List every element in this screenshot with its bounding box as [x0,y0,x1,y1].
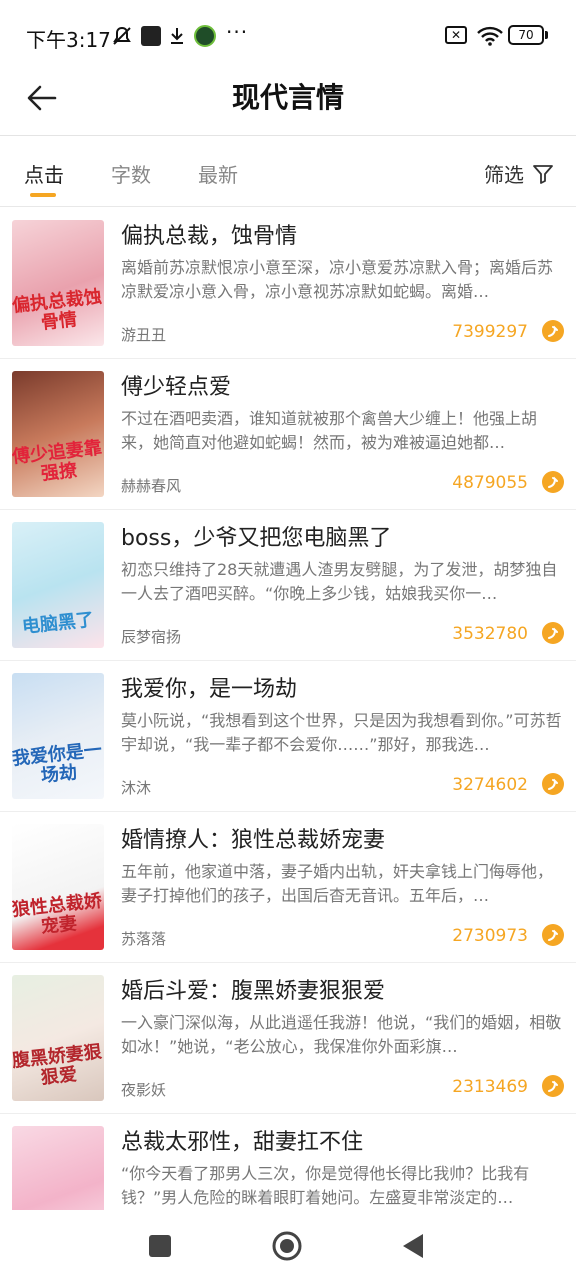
active-tab-indicator [30,193,56,197]
tab-newest[interactable]: 最新 [198,159,238,188]
book-author: 游丑丑 [121,326,167,344]
book-title: boss，少爷又把您电脑黑了 [121,526,392,551]
square-icon [149,1235,171,1257]
book-cover-image: 腹黑娇妻狠狠爱 [12,975,104,1101]
book-list-item[interactable]: 傅少追妻靠强撩 傅少轻点爱 不过在酒吧卖酒，谁知道就被那个禽兽大少缠上！他强上胡… [0,359,576,510]
notification-square-icon [141,26,161,46]
book-description: 一入豪门深似海，从此逍遥任我游！他说，“我们的婚姻，相敬如冰！”她说，“老公放心… [121,1013,562,1056]
book-list-item[interactable]: 狼性总裁娇宠妻 婚情撩人：狼性总裁娇宠妻 五年前，他家道中落，妻子婚内出轨，奸夫… [0,812,576,963]
app-header: 现代言情 [0,66,576,136]
more-notifications-icon: ··· [226,20,249,44]
book-title: 我爱你，是一场劫 [121,677,298,702]
book-list-item[interactable]: 电脑黑了 boss，少爷又把您电脑黑了 初恋只维持了28天就遭遇人渣男友劈腿，为… [0,510,576,661]
hot-rank-icon [542,471,564,493]
book-click-count: 4879055 [452,473,528,493]
book-cover-art: 太邪性 [12,1126,104,1210]
book-cover-text: 腹黑娇妻狠狠爱 [12,1041,103,1089]
book-cover-text: 傅少追妻靠强撩 [12,437,103,485]
book-cover-art: 傅少追妻靠强撩 [12,371,104,497]
book-click-count: 2313469 [452,1077,528,1097]
hot-rank-icon [542,924,564,946]
tab-clicks[interactable]: 点击 [24,159,64,188]
filter-label: 筛选 [484,163,524,187]
status-time: 下午3:17 [26,28,111,52]
triangle-back-icon [403,1234,423,1258]
book-click-count: 7399297 [452,322,528,342]
book-description: 初恋只维持了28天就遭遇人渣男友劈腿，为了发泄，胡梦独自一人去了酒吧买醉。“你晚… [121,560,558,603]
hot-rank-icon [542,320,564,342]
book-cover-image: 偏执总裁蚀骨情 [12,220,104,346]
book-author: 辰梦宿扬 [121,628,182,646]
book-description: 不过在酒吧卖酒，谁知道就被那个禽兽大少缠上！他强上胡来，她简直对他避如蛇蝎！然而… [121,409,538,452]
book-click-count: 2730973 [452,926,528,946]
book-author: 赫赫春风 [121,477,182,495]
hot-rank-icon [542,1075,564,1097]
book-title: 总裁太邪性，甜妻扛不住 [121,1130,364,1155]
book-cover-art: 偏执总裁蚀骨情 [12,220,104,346]
book-cover-art: 腹黑娇妻狠狠爱 [12,975,104,1101]
book-author: 苏落落 [121,930,167,948]
battery-icon: 70 [508,25,544,45]
app-notification-icon [194,25,216,47]
book-cover-text: 电脑黑了 [21,609,95,638]
book-cover-image: 狼性总裁娇宠妻 [12,824,104,950]
hot-rank-icon [542,622,564,644]
download-icon [167,24,187,48]
recent-apps-button[interactable] [144,1230,176,1262]
book-description: 莫小阮说，“我想看到这个世界，只是因为我想看到你。”可苏哲宇却说，“我一辈子都不… [121,711,562,754]
battery-tip [545,31,548,39]
book-description: 五年前，他家道中落，妻子婚内出轨，奸夫拿钱上门侮辱他，妻子打掉他们的孩子，出国后… [121,862,554,905]
filter-button[interactable]: 筛选 [484,159,554,188]
hot-rank-icon [542,773,564,795]
book-cover-image: 太邪性 [12,1126,104,1210]
book-list-item[interactable]: 我爱你是一场劫 我爱你，是一场劫 莫小阮说，“我想看到这个世界，只是因为我想看到… [0,661,576,812]
book-cover-image: 电脑黑了 [12,522,104,648]
book-cover-text: 偏执总裁蚀骨情 [12,286,103,334]
funnel-icon [533,164,553,184]
book-click-count: 3532780 [452,624,528,644]
book-cover-art: 狼性总裁娇宠妻 [12,824,104,950]
home-circle-icon [272,1231,302,1261]
book-cover-art: 电脑黑了 [12,522,104,648]
sim-x-icon: ✕ [445,26,467,44]
book-title: 婚情撩人：狼性总裁娇宠妻 [121,828,386,853]
book-description: 离婚前苏凉默恨凉小意至深，凉小意爱苏凉默入骨；离婚后苏凉默爱凉小意入骨，凉小意视… [121,258,554,301]
sort-tabs: 点击 字数 最新 筛选 [0,137,576,207]
system-back-button[interactable] [397,1230,429,1262]
book-description: “你今天看了那男人三次，你是觉得他长得比我帅？比我有钱？”男人危险的眯着眼盯着她… [121,1164,530,1207]
tab-word-count[interactable]: 字数 [111,159,151,188]
home-button[interactable] [271,1230,303,1262]
book-title: 婚后斗爱：腹黑娇妻狠狠爱 [121,979,386,1004]
wifi-icon [476,24,504,48]
book-click-count: 3274602 [452,775,528,795]
page-title: 现代言情 [231,81,344,114]
mute-icon [110,24,134,48]
status-bar: 下午3:17 ··· ✕ 70 [0,0,576,66]
book-list-item[interactable]: 腹黑娇妻狠狠爱 婚后斗爱：腹黑娇妻狠狠爱 一入豪门深似海，从此逍遥任我游！他说，… [0,963,576,1114]
book-list: 偏执总裁蚀骨情 偏执总裁，蚀骨情 离婚前苏凉默恨凉小意至深，凉小意爱苏凉默入骨；… [0,208,576,1210]
book-author: 沐沐 [121,779,152,797]
book-cover-image: 我爱你是一场劫 [12,673,104,799]
system-nav-bar [0,1210,576,1280]
book-cover-text: 我爱你是一场劫 [12,739,103,787]
book-cover-art: 我爱你是一场劫 [12,673,104,799]
book-list-item[interactable]: 偏执总裁蚀骨情 偏执总裁，蚀骨情 离婚前苏凉默恨凉小意至深，凉小意爱苏凉默入骨；… [0,208,576,359]
book-cover-image: 傅少追妻靠强撩 [12,371,104,497]
book-title: 傅少轻点爱 [121,375,232,400]
book-title: 偏执总裁，蚀骨情 [121,224,298,249]
book-author: 夜影妖 [121,1081,167,1099]
book-cover-text: 狼性总裁娇宠妻 [12,890,103,938]
book-list-item[interactable]: 太邪性 总裁太邪性，甜妻扛不住 “你今天看了那男人三次，你是觉得他长得比我帅？比… [0,1114,576,1210]
